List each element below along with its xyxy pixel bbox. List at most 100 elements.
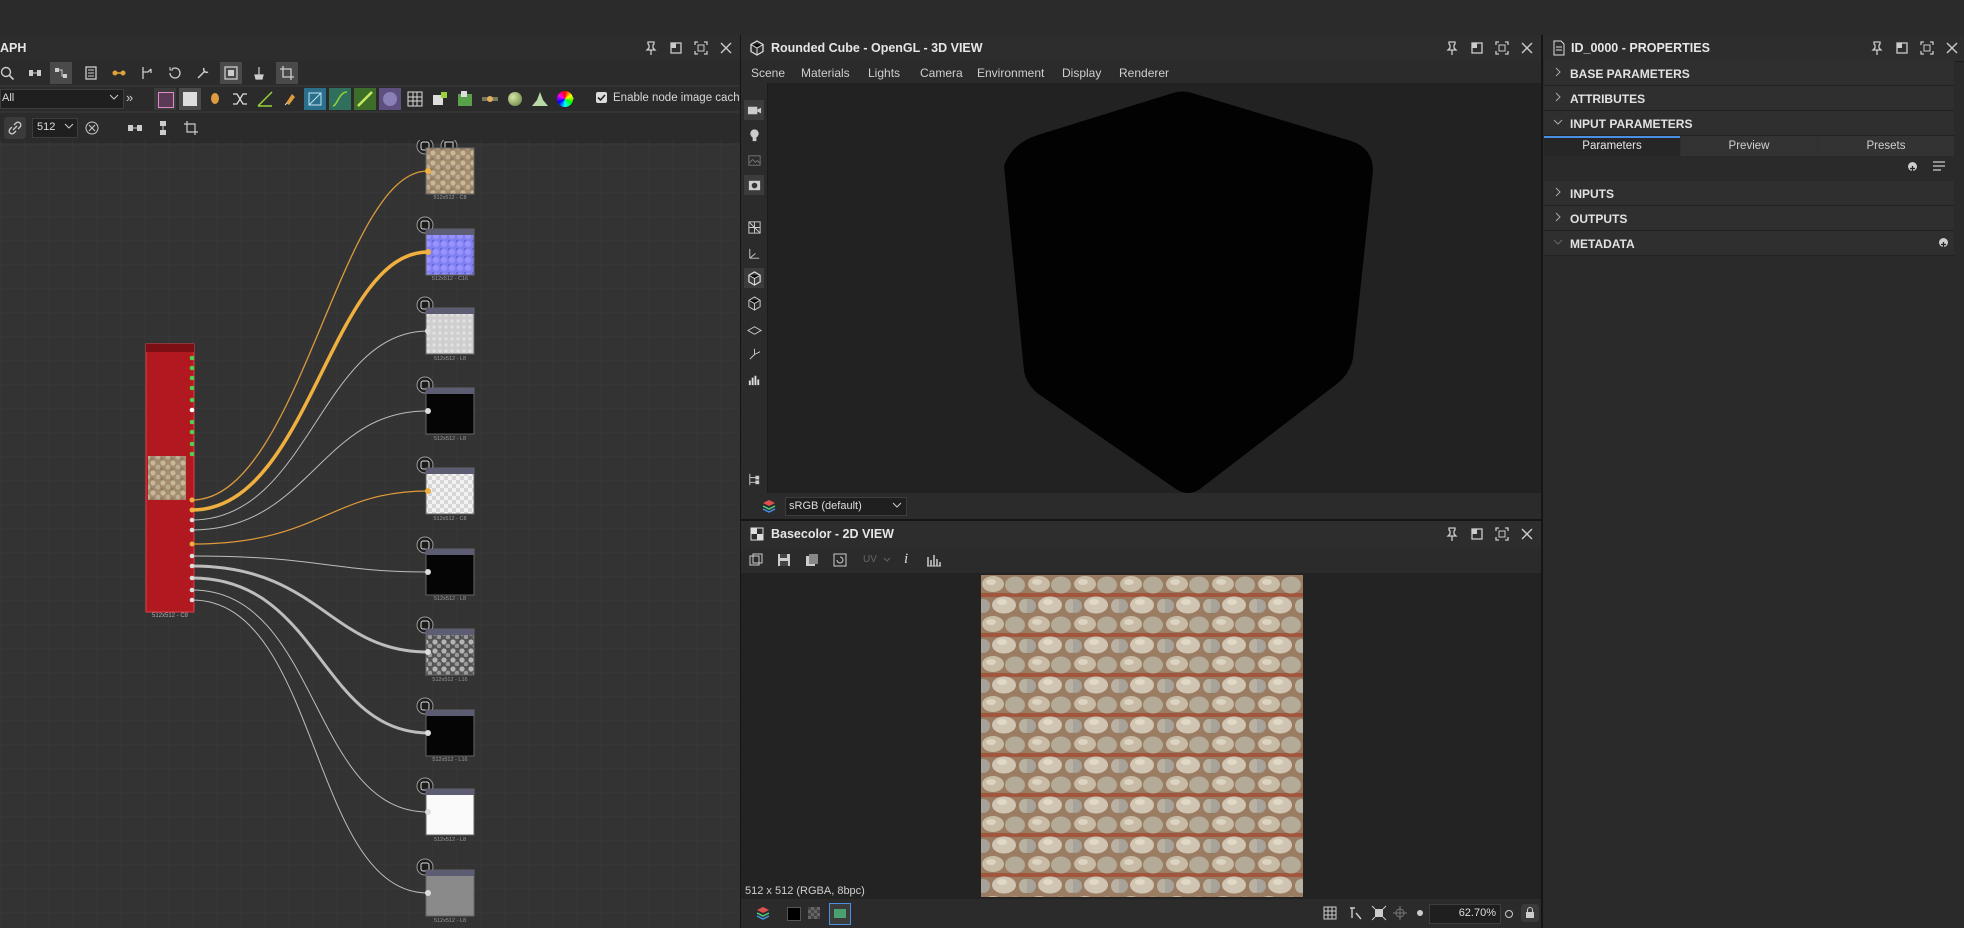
reset-icon[interactable] — [81, 117, 103, 139]
library-icon[interactable] — [80, 62, 102, 84]
viewport-3d[interactable] — [768, 83, 1541, 493]
close-icon[interactable] — [1519, 40, 1535, 56]
section-attributes[interactable]: ATTRIBUTES — [1544, 86, 1954, 111]
filter-select[interactable]: All — [0, 89, 124, 109]
maximize-icon[interactable] — [1919, 40, 1935, 56]
image-cache-icon[interactable] — [220, 62, 242, 84]
pin-icon[interactable] — [1869, 40, 1885, 56]
chevron-down-icon[interactable] — [883, 554, 891, 568]
graph-canvas[interactable]: 512x512 - C8 512x512 - C8 512x512 - C16 … — [0, 140, 740, 928]
pixel-processor-icon[interactable] — [454, 88, 476, 110]
uniform-color-icon[interactable] — [204, 88, 226, 110]
material-icon[interactable] — [504, 88, 526, 110]
float-panel-icon[interactable] — [1469, 40, 1485, 56]
menu-camera[interactable]: Camera — [920, 66, 963, 80]
axis-icon[interactable] — [744, 243, 764, 263]
section-outputs[interactable]: OUTPUTS — [1544, 206, 1954, 231]
align-horizontal-icon[interactable] — [124, 117, 146, 139]
maximize-icon[interactable] — [1494, 40, 1510, 56]
uv-view-icon[interactable] — [744, 217, 764, 237]
frame-all-icon[interactable] — [24, 62, 46, 84]
menu-display[interactable]: Display — [1062, 66, 1101, 80]
float-panel-icon[interactable] — [1894, 40, 1910, 56]
panel-divider[interactable] — [740, 35, 741, 928]
camera-icon[interactable] — [744, 100, 764, 120]
shape-icon[interactable] — [379, 88, 401, 110]
bitmap-node-icon[interactable] — [154, 88, 176, 110]
screenshot-icon[interactable] — [744, 175, 764, 195]
align-vertical-icon[interactable] — [152, 117, 174, 139]
resolution-select[interactable]: 512 — [32, 118, 78, 138]
output-node[interactable]: 512x512 - C8 — [145, 343, 195, 619]
close-icon[interactable] — [1944, 40, 1960, 56]
more-icon[interactable]: » — [126, 90, 133, 105]
solid-view-icon[interactable] — [744, 268, 764, 288]
tab-presets[interactable]: Presets — [1818, 136, 1954, 156]
info-icon[interactable]: i — [904, 551, 908, 568]
value-processor-icon[interactable] — [479, 88, 501, 110]
stats-icon[interactable] — [744, 369, 764, 389]
fit-icon[interactable] — [1371, 905, 1387, 924]
parameter-list-icon[interactable] — [1932, 160, 1946, 175]
frame-icon[interactable] — [180, 117, 202, 139]
curve-icon[interactable] — [329, 88, 351, 110]
maximize-icon[interactable] — [693, 40, 709, 56]
save-icon[interactable] — [776, 552, 792, 571]
pin-icon[interactable] — [1444, 526, 1460, 542]
panel-divider[interactable] — [1541, 35, 1543, 928]
tile-grid-icon[interactable] — [404, 88, 426, 110]
lock-icon[interactable] — [1521, 904, 1539, 922]
gizmo-icon[interactable] — [744, 344, 764, 364]
section-metadata[interactable]: METADATA — [1544, 231, 1954, 256]
gradient-icon[interactable] — [279, 88, 301, 110]
branch-icon[interactable] — [136, 62, 158, 84]
fx-map-icon[interactable] — [429, 88, 451, 110]
black-bg-swatch[interactable] — [787, 907, 801, 921]
tab-parameters[interactable]: Parameters — [1544, 136, 1680, 156]
transform-icon[interactable] — [304, 88, 326, 110]
connect-icon[interactable] — [108, 62, 130, 84]
close-icon[interactable] — [718, 40, 734, 56]
wireframe-icon[interactable] — [744, 293, 764, 313]
grid-toggle-icon[interactable] — [1322, 905, 1338, 924]
light-icon[interactable] — [744, 125, 764, 145]
menu-materials[interactable]: Materials — [801, 66, 850, 80]
levels-icon[interactable] — [254, 88, 276, 110]
menu-scene[interactable]: Scene — [751, 66, 785, 80]
section-base-parameters[interactable]: BASE PARAMETERS — [1544, 61, 1954, 86]
tools-icon[interactable] — [192, 62, 214, 84]
float-panel-icon[interactable] — [1469, 526, 1485, 542]
refresh-icon[interactable] — [832, 552, 848, 571]
zoom-reset-icon[interactable] — [1505, 910, 1513, 918]
pin-icon[interactable] — [643, 40, 659, 56]
pin-icon[interactable] — [1444, 40, 1460, 56]
histogram-icon[interactable] — [529, 88, 551, 110]
panel-divider[interactable] — [741, 519, 1541, 521]
close-icon[interactable] — [1519, 526, 1535, 542]
add-metadata-icon[interactable] — [1939, 238, 1948, 247]
svg-node-icon[interactable] — [179, 88, 201, 110]
warp-icon[interactable] — [354, 88, 376, 110]
environment-icon[interactable] — [744, 150, 764, 170]
menu-lights[interactable]: Lights — [868, 66, 900, 80]
center-icon[interactable] — [1392, 905, 1408, 924]
enable-cache-checkbox[interactable] — [596, 92, 607, 103]
section-input-parameters[interactable]: INPUT PARAMETERS — [1544, 111, 1954, 136]
checker-bg-swatch[interactable] — [808, 907, 820, 919]
float-panel-icon[interactable] — [668, 40, 684, 56]
add-parameter-icon[interactable] — [1908, 162, 1917, 171]
history-icon[interactable] — [164, 62, 186, 84]
layers-icon[interactable] — [761, 498, 777, 517]
blend-icon[interactable] — [229, 88, 251, 110]
maximize-icon[interactable] — [1494, 526, 1510, 542]
layout-nodes-icon[interactable] — [50, 62, 72, 84]
uv-toggle[interactable]: UV — [863, 554, 877, 565]
hsl-icon[interactable] — [554, 88, 576, 110]
pick-icon[interactable] — [1347, 905, 1363, 924]
display-mode-icon[interactable] — [829, 903, 851, 925]
crop-icon[interactable] — [276, 62, 298, 84]
tab-preview[interactable]: Preview — [1681, 136, 1817, 156]
search-icon[interactable] — [0, 62, 18, 84]
export-icon[interactable] — [804, 552, 820, 571]
zoom-field[interactable]: 62.70% — [1429, 904, 1501, 924]
